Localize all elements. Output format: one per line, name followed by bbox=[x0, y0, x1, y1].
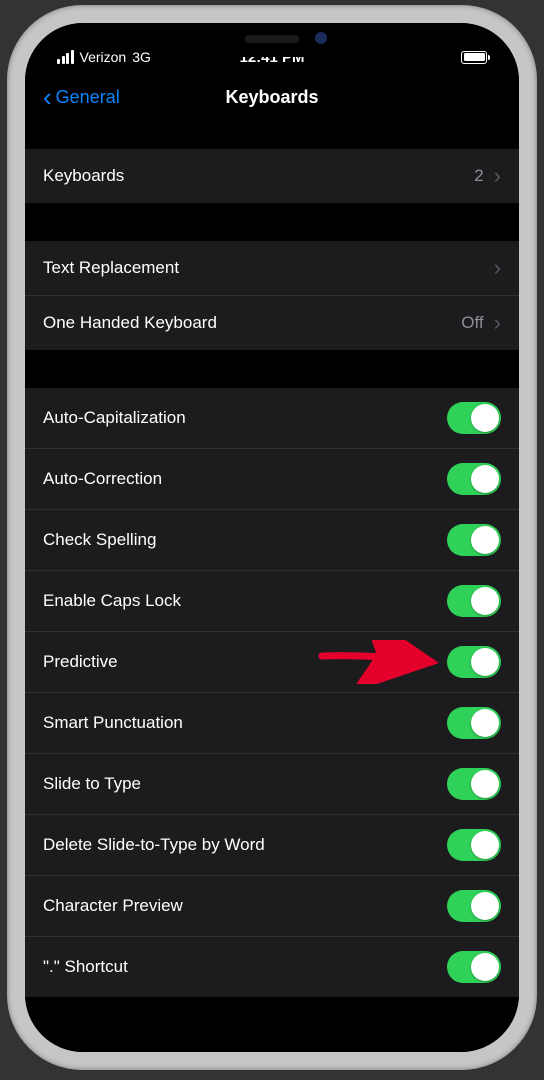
row-character-preview: Character Preview bbox=[25, 876, 519, 937]
toggle-check-spelling[interactable] bbox=[447, 524, 501, 556]
battery-icon bbox=[461, 51, 487, 64]
toggle-character-preview[interactable] bbox=[447, 890, 501, 922]
settings-content[interactable]: Keyboards 2 › Text Replacement › bbox=[25, 123, 519, 1052]
toggle-auto-capitalization[interactable] bbox=[447, 402, 501, 434]
toggle-slide-to-type[interactable] bbox=[447, 768, 501, 800]
row-smart-punctuation: Smart Punctuation bbox=[25, 693, 519, 754]
back-label: General bbox=[56, 87, 120, 108]
row-label: Predictive bbox=[43, 652, 118, 672]
nav-bar: ‹ General Keyboards bbox=[25, 73, 519, 123]
chevron-right-icon: › bbox=[494, 310, 501, 336]
row-label: Slide to Type bbox=[43, 774, 141, 794]
toggle-smart-punctuation[interactable] bbox=[447, 707, 501, 739]
group-toggles: Auto-Capitalization Auto-Correction Chec… bbox=[25, 388, 519, 997]
row-right: › bbox=[494, 255, 501, 281]
back-button[interactable]: ‹ General bbox=[43, 84, 120, 110]
row-label: "." Shortcut bbox=[43, 957, 128, 977]
row-text-replacement[interactable]: Text Replacement › bbox=[25, 241, 519, 296]
row-label: Enable Caps Lock bbox=[43, 591, 181, 611]
row-label: Character Preview bbox=[43, 896, 183, 916]
row-value: Off bbox=[461, 313, 483, 333]
group-keyboards-count: Keyboards 2 › bbox=[25, 149, 519, 203]
chevron-right-icon: › bbox=[494, 255, 501, 281]
row-auto-correction: Auto-Correction bbox=[25, 449, 519, 510]
row-one-handed-keyboard[interactable]: One Handed Keyboard Off › bbox=[25, 296, 519, 350]
phone-bezel: Verizon 3G 12:41 PM ‹ General Keyboards bbox=[25, 23, 519, 1052]
nav-title: Keyboards bbox=[225, 87, 318, 108]
row-period-shortcut: "." Shortcut bbox=[25, 937, 519, 997]
toggle-predictive[interactable] bbox=[447, 646, 501, 678]
row-label: One Handed Keyboard bbox=[43, 313, 217, 333]
row-keyboards[interactable]: Keyboards 2 › bbox=[25, 149, 519, 203]
row-check-spelling: Check Spelling bbox=[25, 510, 519, 571]
row-label: Smart Punctuation bbox=[43, 713, 183, 733]
row-label: Text Replacement bbox=[43, 258, 179, 278]
toggle-auto-correction[interactable] bbox=[447, 463, 501, 495]
status-left: Verizon 3G bbox=[57, 49, 151, 65]
carrier-label: Verizon bbox=[80, 49, 127, 65]
row-slide-to-type: Slide to Type bbox=[25, 754, 519, 815]
group-text-options: Text Replacement › One Handed Keyboard O… bbox=[25, 241, 519, 350]
network-label: 3G bbox=[132, 49, 151, 65]
row-label: Auto-Capitalization bbox=[43, 408, 186, 428]
toggle-enable-caps-lock[interactable] bbox=[447, 585, 501, 617]
row-label: Auto-Correction bbox=[43, 469, 162, 489]
status-right bbox=[461, 51, 487, 64]
phone-frame: Verizon 3G 12:41 PM ‹ General Keyboards bbox=[7, 5, 537, 1070]
row-label: Check Spelling bbox=[43, 530, 156, 550]
chevron-left-icon: ‹ bbox=[43, 84, 52, 110]
row-value: 2 bbox=[474, 166, 483, 186]
row-delete-slide-to-type-by-word: Delete Slide-to-Type by Word bbox=[25, 815, 519, 876]
toggle-delete-slide-to-type-by-word[interactable] bbox=[447, 829, 501, 861]
chevron-right-icon: › bbox=[494, 163, 501, 189]
row-auto-capitalization: Auto-Capitalization bbox=[25, 388, 519, 449]
toggle-period-shortcut[interactable] bbox=[447, 951, 501, 983]
row-enable-caps-lock: Enable Caps Lock bbox=[25, 571, 519, 632]
notch bbox=[157, 23, 387, 57]
row-label: Keyboards bbox=[43, 166, 124, 186]
row-predictive: Predictive bbox=[25, 632, 519, 693]
screen: Verizon 3G 12:41 PM ‹ General Keyboards bbox=[25, 23, 519, 1052]
row-label: Delete Slide-to-Type by Word bbox=[43, 835, 265, 855]
signal-bars-icon bbox=[57, 50, 74, 64]
row-right: Off › bbox=[461, 310, 501, 336]
annotation-arrow-icon bbox=[314, 640, 444, 684]
row-right: 2 › bbox=[474, 163, 501, 189]
